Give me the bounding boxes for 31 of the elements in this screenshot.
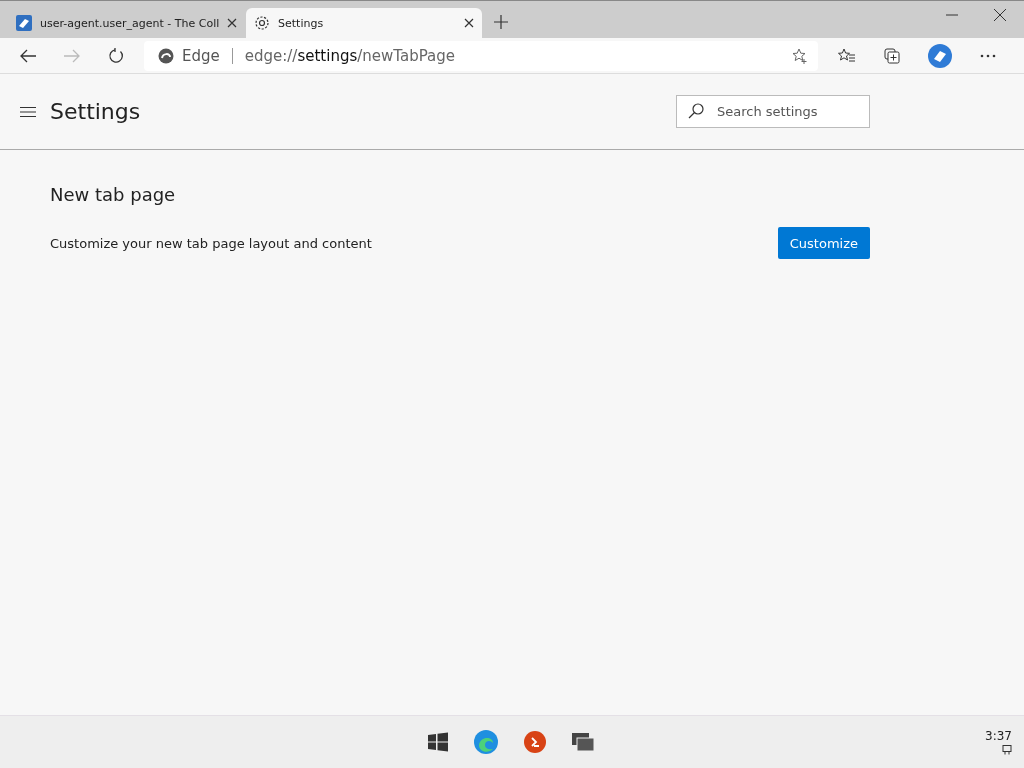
page-title: Settings	[50, 99, 141, 124]
remote-desktop-icon[interactable]	[524, 731, 546, 753]
browser-tab[interactable]: user-agent.user_agent - The Coll	[8, 8, 244, 38]
address-bar[interactable]: Edge edge://settings/newTabPage	[144, 40, 818, 71]
browser-tab[interactable]: Settings	[246, 8, 482, 38]
site-label: Edge	[182, 46, 220, 65]
back-arrow-icon[interactable]	[20, 48, 36, 63]
task-view-icon[interactable]	[572, 733, 594, 751]
close-icon[interactable]	[464, 18, 474, 28]
customize-button[interactable]: Customize	[777, 227, 870, 259]
menu-icon[interactable]	[20, 105, 36, 118]
search-icon	[688, 103, 704, 119]
windows-logo-icon[interactable]	[428, 732, 448, 752]
notification-icon[interactable]	[1002, 745, 1012, 755]
url-text: edge://settings/newTabPage	[244, 46, 455, 65]
refresh-icon[interactable]	[108, 47, 124, 64]
favorites-icon[interactable]	[838, 47, 856, 64]
search-field[interactable]: Search settings	[676, 95, 870, 128]
tab-title: Settings	[278, 16, 325, 30]
forward-arrow-icon	[64, 48, 80, 63]
clock-time: 3:37	[985, 729, 1012, 743]
settings-icon	[254, 15, 270, 31]
star-plus-icon[interactable]	[792, 47, 808, 64]
new-tab-icon[interactable]	[494, 15, 508, 29]
more-icon[interactable]	[980, 53, 996, 58]
collections-icon[interactable]	[884, 47, 900, 64]
section-heading: New tab page	[50, 184, 177, 205]
close-icon[interactable]	[227, 18, 238, 28]
tab-title: user-agent.user_agent - The Coll	[40, 16, 220, 30]
setting-description: Customize your new tab page layout and content	[50, 235, 372, 251]
edge-browser-icon[interactable]	[474, 730, 498, 754]
